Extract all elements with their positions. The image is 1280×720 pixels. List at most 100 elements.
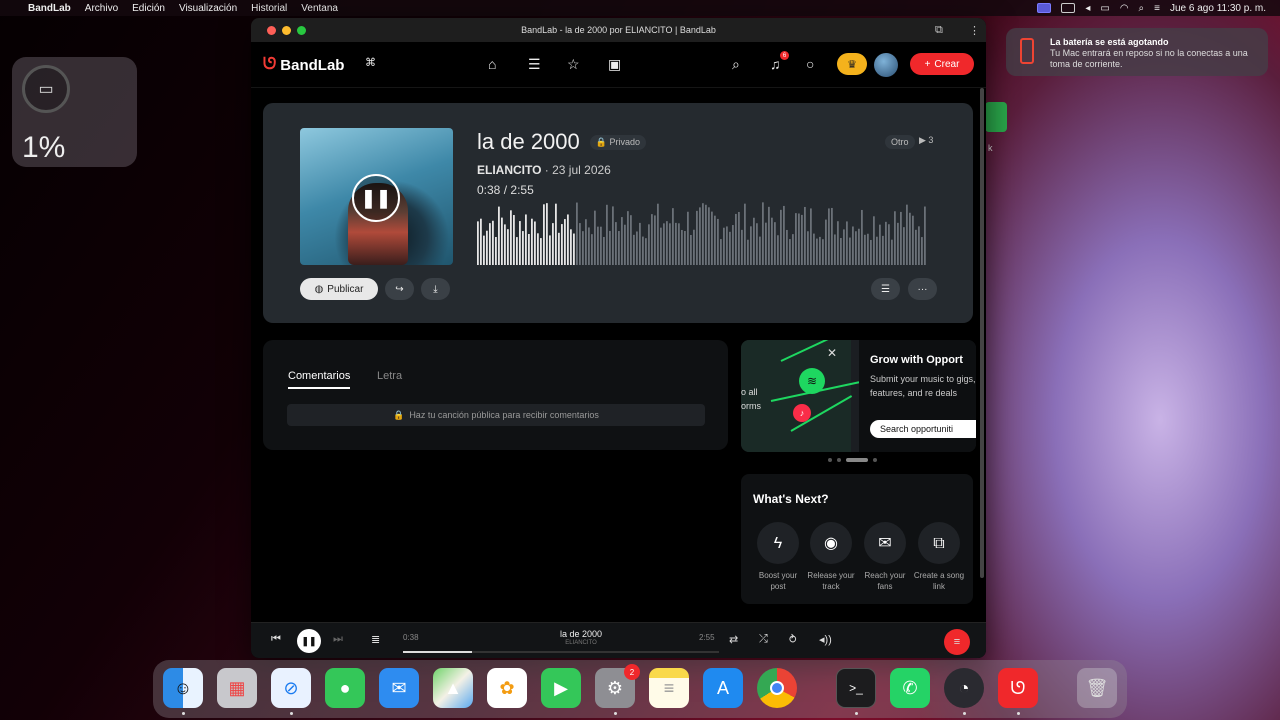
home-icon[interactable]: ⌂ <box>488 56 496 72</box>
player-artist[interactable]: ELIANCITO <box>521 640 641 646</box>
avatar[interactable] <box>874 53 898 77</box>
star-icon[interactable]: ☆ <box>567 56 580 73</box>
waveform-bar <box>771 217 773 265</box>
extension-icon[interactable]: ⧉ <box>935 24 943 37</box>
reach-fans-item[interactable]: ✉ Reach your fans <box>858 522 912 592</box>
volume-icon[interactable]: ◂ <box>1085 3 1090 14</box>
genre-badge[interactable]: Otro <box>885 135 915 149</box>
minimize-window-button[interactable] <box>282 26 291 35</box>
download-button[interactable]: ⤓ <box>421 278 450 300</box>
chrome-icon[interactable] <box>757 668 797 708</box>
queue-button[interactable]: ☰ <box>871 278 900 300</box>
more-options-button[interactable]: ··· <box>908 278 937 300</box>
menu-archivo[interactable]: Archivo <box>85 3 118 14</box>
terminal-icon[interactable]: >_ <box>836 668 876 708</box>
player-current-time: 0:38 <box>403 633 419 642</box>
waveform-bar <box>630 215 632 265</box>
launchpad-icon[interactable]: ▦ <box>217 668 257 708</box>
song-link-item[interactable]: ⧉ Create a song link <box>912 522 966 592</box>
queue-toggle-button[interactable]: ≡ <box>944 629 970 655</box>
player-progress[interactable] <box>403 651 719 653</box>
control-center-icon[interactable]: ≡ <box>1154 3 1160 14</box>
waveform-bar <box>822 239 824 265</box>
create-button[interactable]: + Crear <box>910 53 974 75</box>
trash-icon[interactable]: 🗑 <box>1077 668 1117 708</box>
messages-icon[interactable]: ● <box>325 668 365 708</box>
volume-player-icon[interactable]: ◂)) <box>819 633 832 646</box>
membership-crown-button[interactable]: ♛ <box>837 53 867 75</box>
no-loop-icon[interactable]: ⥁ <box>789 633 797 646</box>
bandlab-dock-icon[interactable]: ᘎ <box>998 668 1038 708</box>
player-pause-button[interactable]: ❚❚ <box>297 629 321 653</box>
carousel-dot[interactable] <box>837 458 841 462</box>
safari-icon[interactable]: ⊘ <box>271 668 311 708</box>
player-pause-icon: ❚❚ <box>301 635 317 646</box>
menu-historial[interactable]: Historial <box>251 3 287 14</box>
waveform-bar <box>564 219 566 265</box>
publish-button[interactable]: ◍ Publicar <box>300 278 378 300</box>
waveform[interactable] <box>477 199 927 265</box>
facetime-icon[interactable]: ▶ <box>541 668 581 708</box>
wifi-icon[interactable]: ◠ <box>1120 3 1129 14</box>
promo-title: Grow with Opport <box>870 354 963 366</box>
screen-record-icon[interactable] <box>1037 3 1052 13</box>
menu-app-name[interactable]: BandLab <box>28 3 71 14</box>
logo-text: BandLab <box>280 56 345 74</box>
obs-icon[interactable]: ◔ <box>944 668 984 708</box>
repeat-icon[interactable]: ⇄ <box>729 633 738 646</box>
studio-icon[interactable]: ▣ <box>608 56 621 73</box>
more-vertical-icon[interactable]: ⋮ <box>969 24 980 37</box>
menu-ventana[interactable]: Ventana <box>301 3 338 14</box>
notification-bell-icon[interactable]: ♫ <box>770 56 781 72</box>
menu-datetime[interactable]: Jue 6 ago 11:30 p. m. <box>1170 3 1266 14</box>
display-icon[interactable] <box>1061 3 1076 13</box>
waveform-bar <box>714 215 716 265</box>
carousel-dot[interactable] <box>873 458 877 462</box>
battery-icon[interactable]: ▭ <box>1100 3 1109 14</box>
previous-icon[interactable]: ⏮ <box>271 633 281 646</box>
mail-icon[interactable]: ✉ <box>379 668 419 708</box>
waveform-bar <box>663 223 665 265</box>
bandlab-logo[interactable]: ᘎ BandLab <box>263 56 344 74</box>
search-opportunities-button[interactable]: Search opportuniti <box>870 420 976 438</box>
waveform-bar <box>870 239 872 265</box>
notes-icon[interactable]: ≡ <box>649 668 689 708</box>
search-icon[interactable]: ⌕ <box>732 56 740 73</box>
close-window-button[interactable] <box>267 26 276 35</box>
carousel-dot[interactable] <box>828 458 832 462</box>
maps-icon[interactable]: ▲ <box>433 668 473 708</box>
apps-grid-icon[interactable]: ⌘ <box>365 56 376 69</box>
battery-notification[interactable]: La batería se está agotando Tu Mac entra… <box>1006 28 1268 76</box>
next-icon[interactable]: ⏭ <box>333 633 343 646</box>
boost-post-item[interactable]: ϟ Boost your post <box>751 522 805 592</box>
tab-comments[interactable]: Comentarios <box>288 370 351 389</box>
messages-icon[interactable]: ○ <box>806 56 814 72</box>
shuffle-icon[interactable]: ⤮ <box>759 633 768 646</box>
artist-name[interactable]: ELIANCITO <box>477 163 541 177</box>
menu-edicion[interactable]: Edición <box>132 3 165 14</box>
pause-button[interactable]: ❚❚ <box>352 174 400 222</box>
release-track-item[interactable]: ◉ Release your track <box>804 522 858 592</box>
desktop-app-icon[interactable] <box>985 102 1007 132</box>
search-menu-icon[interactable]: ⌕ <box>1139 3 1145 14</box>
track-cover-art[interactable]: ❚❚ <box>300 128 453 265</box>
menu-visualizacion[interactable]: Visualización <box>179 3 237 14</box>
waveform-bar <box>801 214 803 265</box>
whatsapp-icon[interactable]: ✆ <box>890 668 930 708</box>
player-track-title[interactable]: la de 2000 <box>521 629 641 639</box>
scrollbar[interactable] <box>980 88 984 578</box>
app-store-icon[interactable]: A <box>703 668 743 708</box>
photos-icon[interactable]: ✿ <box>487 668 527 708</box>
zoom-window-button[interactable] <box>297 26 306 35</box>
library-icon[interactable]: ☰ <box>528 56 541 73</box>
time-separator: / <box>503 183 508 197</box>
close-icon[interactable]: ✕ <box>827 346 837 360</box>
share-button[interactable]: ↪ <box>385 278 414 300</box>
playlist-icon[interactable]: ≣ <box>371 633 380 646</box>
waveform-bar <box>861 209 863 265</box>
waveform-bar <box>789 239 791 265</box>
finder-icon[interactable]: ☺ <box>163 668 203 708</box>
carousel-dot-active[interactable] <box>846 458 868 462</box>
globe-icon: ◍ <box>314 283 324 295</box>
tab-lyrics[interactable]: Letra <box>377 370 402 382</box>
